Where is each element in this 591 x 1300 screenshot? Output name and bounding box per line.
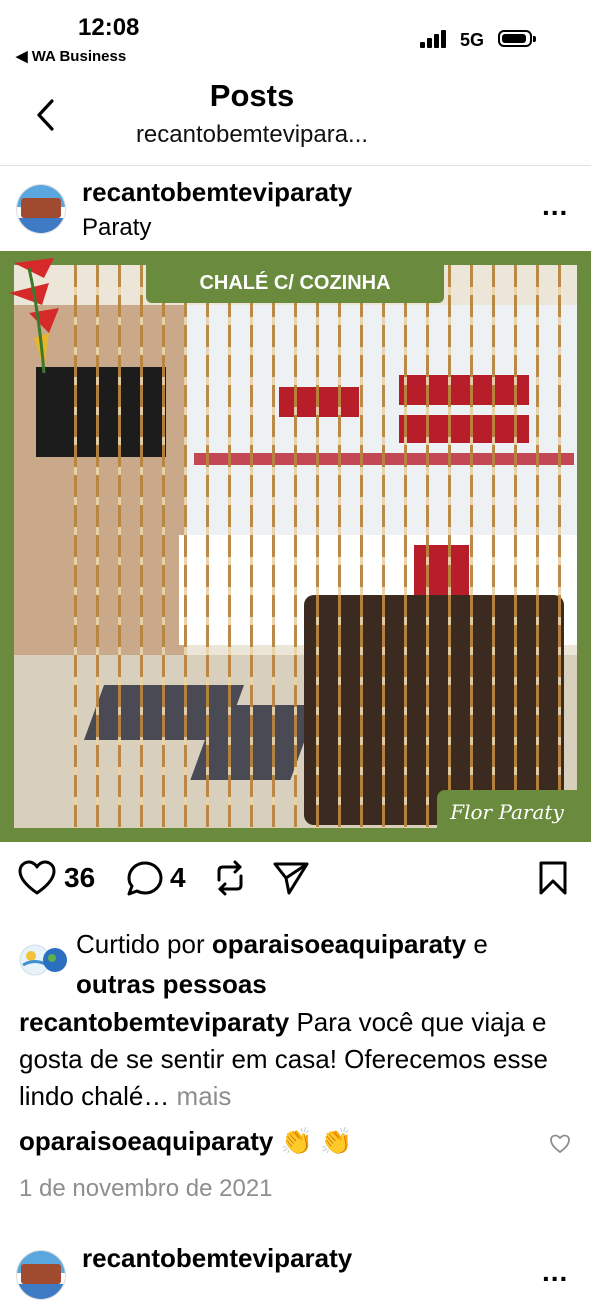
comments-count[interactable]: 4 [170, 862, 186, 894]
page-subtitle: recantobemtevipara... [135, 121, 369, 148]
liker-avatar[interactable] [18, 943, 68, 977]
comment-username[interactable]: oparaisoeaquiparaty [19, 1126, 273, 1156]
liked-by-and: e [466, 929, 488, 959]
network-label: 5G [460, 30, 485, 50]
post-location[interactable]: Paraty [82, 214, 151, 242]
heliconia-flower-icon [9, 258, 59, 374]
comment-row: oparaisoeaquiparaty 👏 👏 [19, 1126, 353, 1157]
comment-icon[interactable] [126, 860, 164, 896]
more-options-icon[interactable]: ... [542, 190, 568, 222]
comment-text: 👏 👏 [273, 1126, 353, 1156]
image-brand-watermark: Flor Paraty [437, 790, 577, 834]
liked-by-others[interactable]: outras pessoas [76, 969, 267, 999]
caption-more-link[interactable]: mais [169, 1081, 232, 1111]
header-divider [0, 165, 591, 166]
page-title: Posts [209, 78, 295, 113]
likes-count[interactable]: 36 [64, 862, 95, 894]
comment-like-heart-icon[interactable] [549, 1134, 571, 1154]
repost-icon[interactable] [212, 860, 248, 896]
post-username[interactable]: recantobemteviparaty [82, 177, 352, 208]
post-caption: recantobemteviparaty Para você que viaja… [19, 1004, 579, 1115]
signal-icon [420, 30, 450, 48]
next-post-avatar[interactable] [16, 1250, 66, 1300]
status-time: 12:08 [78, 14, 140, 41]
post-image[interactable]: CHALÉ C/ COZINHA Flor Paraty [0, 251, 591, 842]
next-post-more-options-icon[interactable]: ... [542, 1256, 568, 1288]
next-post-username[interactable]: recantobemteviparaty [82, 1243, 352, 1274]
avatar[interactable] [16, 184, 66, 234]
save-bookmark-icon[interactable] [538, 860, 568, 896]
like-heart-icon[interactable] [18, 860, 56, 896]
battery-icon [498, 30, 536, 47]
back-to-app-link[interactable]: ◀ WA Business [16, 47, 126, 65]
post-date: 1 de novembro de 2021 [19, 1175, 273, 1202]
liked-by-prefix: Curtido por [76, 929, 212, 959]
share-send-icon[interactable] [272, 860, 310, 896]
caption-username[interactable]: recantobemteviparaty [19, 1007, 289, 1037]
liked-by-text: Curtido por oparaisoeaquiparaty e outras… [76, 924, 576, 1004]
liked-by-user[interactable]: oparaisoeaquiparaty [212, 929, 466, 959]
image-badge: CHALÉ C/ COZINHA [146, 265, 444, 303]
